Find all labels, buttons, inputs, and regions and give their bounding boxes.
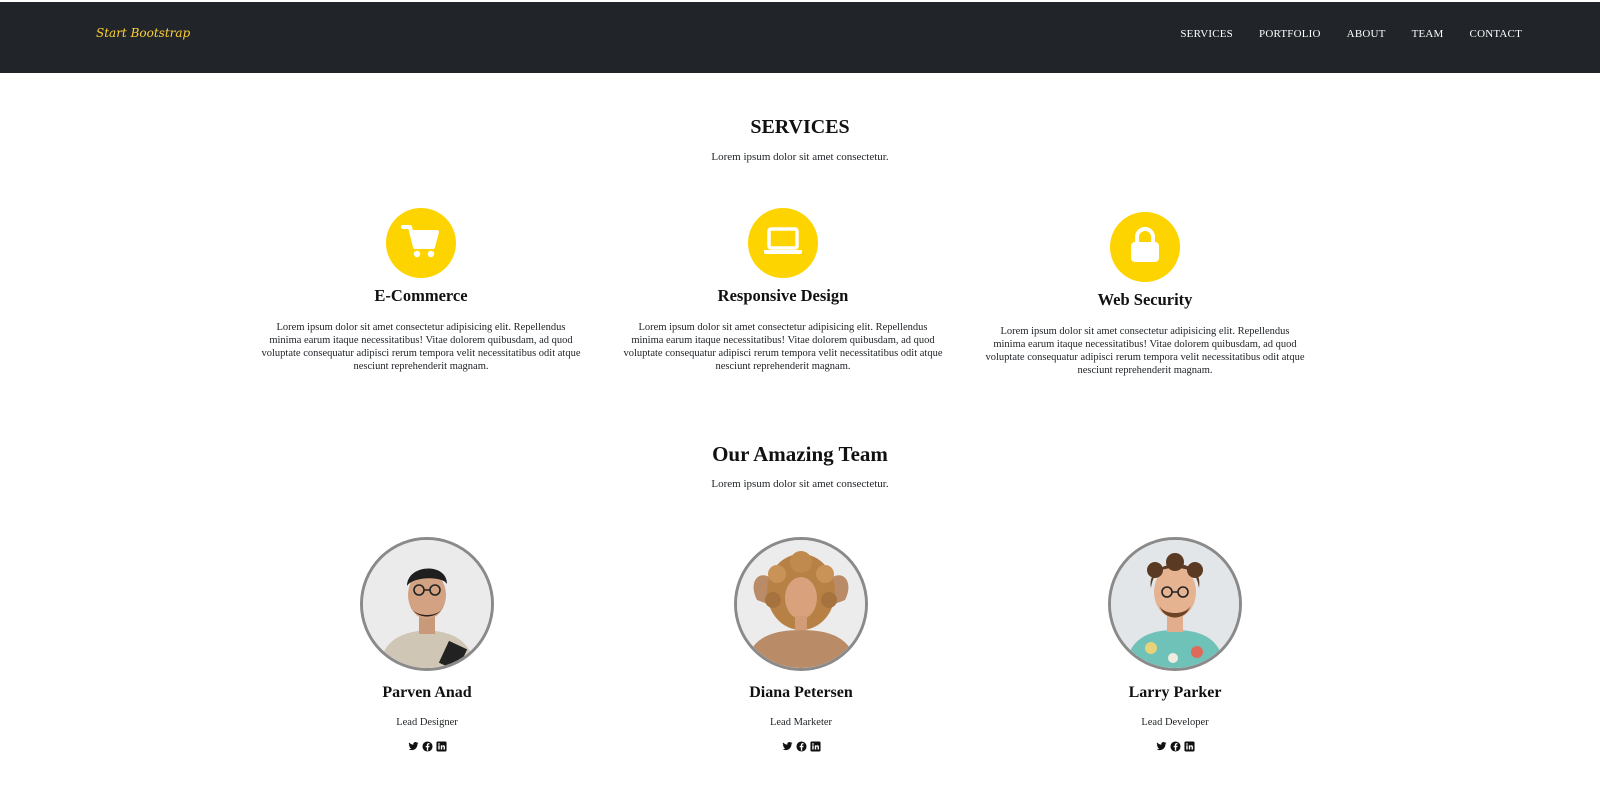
service-title: Responsive Design: [717, 286, 849, 305]
service-responsive-design: Responsive Design Lorem ipsum dolor sit …: [622, 208, 944, 373]
team-member-larry-parker: Larry Parker Lead Developer: [1045, 537, 1305, 752]
facebook-icon[interactable]: [795, 741, 807, 752]
service-description: Lorem ipsum dolor sit amet consectetur a…: [623, 322, 943, 372]
member-role: Lead Designer: [396, 717, 458, 728]
service-icon-circle: [386, 208, 456, 278]
nav-link-services[interactable]: SERVICES: [1180, 28, 1233, 40]
social-links: [297, 741, 557, 752]
member-role: Lead Developer: [1141, 717, 1209, 728]
team-subheading: Lorem ipsum dolor sit amet consectetur.: [711, 478, 889, 490]
team-member-diana-petersen: Diana Petersen Lead Marketer: [671, 537, 931, 752]
nav-link-team[interactable]: TEAM: [1412, 28, 1444, 40]
avatar: [360, 537, 494, 671]
service-icon-circle: [748, 208, 818, 278]
brand-logo[interactable]: Start Bootstrap: [96, 26, 190, 40]
shopping-cart-icon: [401, 223, 441, 264]
social-links: [671, 741, 931, 752]
member-name: Parven Anad: [382, 684, 472, 701]
service-description: Lorem ipsum dolor sit amet consectetur a…: [261, 322, 581, 372]
nav-link-contact[interactable]: CONTACT: [1470, 28, 1522, 40]
member-name: Diana Petersen: [749, 684, 853, 701]
twitter-icon[interactable]: [407, 741, 419, 752]
social-links: [1045, 741, 1305, 752]
service-description: Lorem ipsum dolor sit amet consectetur a…: [985, 326, 1305, 376]
twitter-icon[interactable]: [781, 741, 793, 752]
member-role: Lead Marketer: [769, 717, 833, 728]
linkedin-icon[interactable]: [435, 741, 447, 752]
member-name: Larry Parker: [1128, 684, 1222, 701]
facebook-icon[interactable]: [421, 741, 433, 752]
service-ecommerce: E-Commerce Lorem ipsum dolor sit amet co…: [260, 208, 582, 373]
service-web-security: Web Security Lorem ipsum dolor sit amet …: [984, 212, 1306, 377]
facebook-icon[interactable]: [1169, 741, 1181, 752]
service-title: E-Commerce: [374, 286, 468, 305]
service-icon-circle: [1110, 212, 1180, 282]
laptop-icon: [762, 226, 804, 261]
team-member-parven-anad: Parven Anad Lead Designer: [297, 537, 557, 752]
avatar: [734, 537, 868, 671]
navbar: Start Bootstrap SERVICES PORTFOLIO ABOUT…: [0, 2, 1600, 73]
services-heading: SERVICES: [750, 116, 850, 138]
linkedin-icon[interactable]: [809, 741, 821, 752]
services-subheading: Lorem ipsum dolor sit amet consectetur.: [711, 151, 889, 163]
nav-link-about[interactable]: ABOUT: [1347, 28, 1386, 40]
linkedin-icon[interactable]: [1183, 741, 1195, 752]
nav-link-portfolio[interactable]: PORTFOLIO: [1259, 28, 1321, 40]
nav-links: SERVICES PORTFOLIO ABOUT TEAM CONTACT: [1180, 28, 1522, 40]
lock-icon: [1129, 226, 1161, 269]
service-title: Web Security: [1097, 290, 1193, 309]
twitter-icon[interactable]: [1155, 741, 1167, 752]
team-heading: Our Amazing Team: [712, 442, 888, 466]
avatar: [1108, 537, 1242, 671]
